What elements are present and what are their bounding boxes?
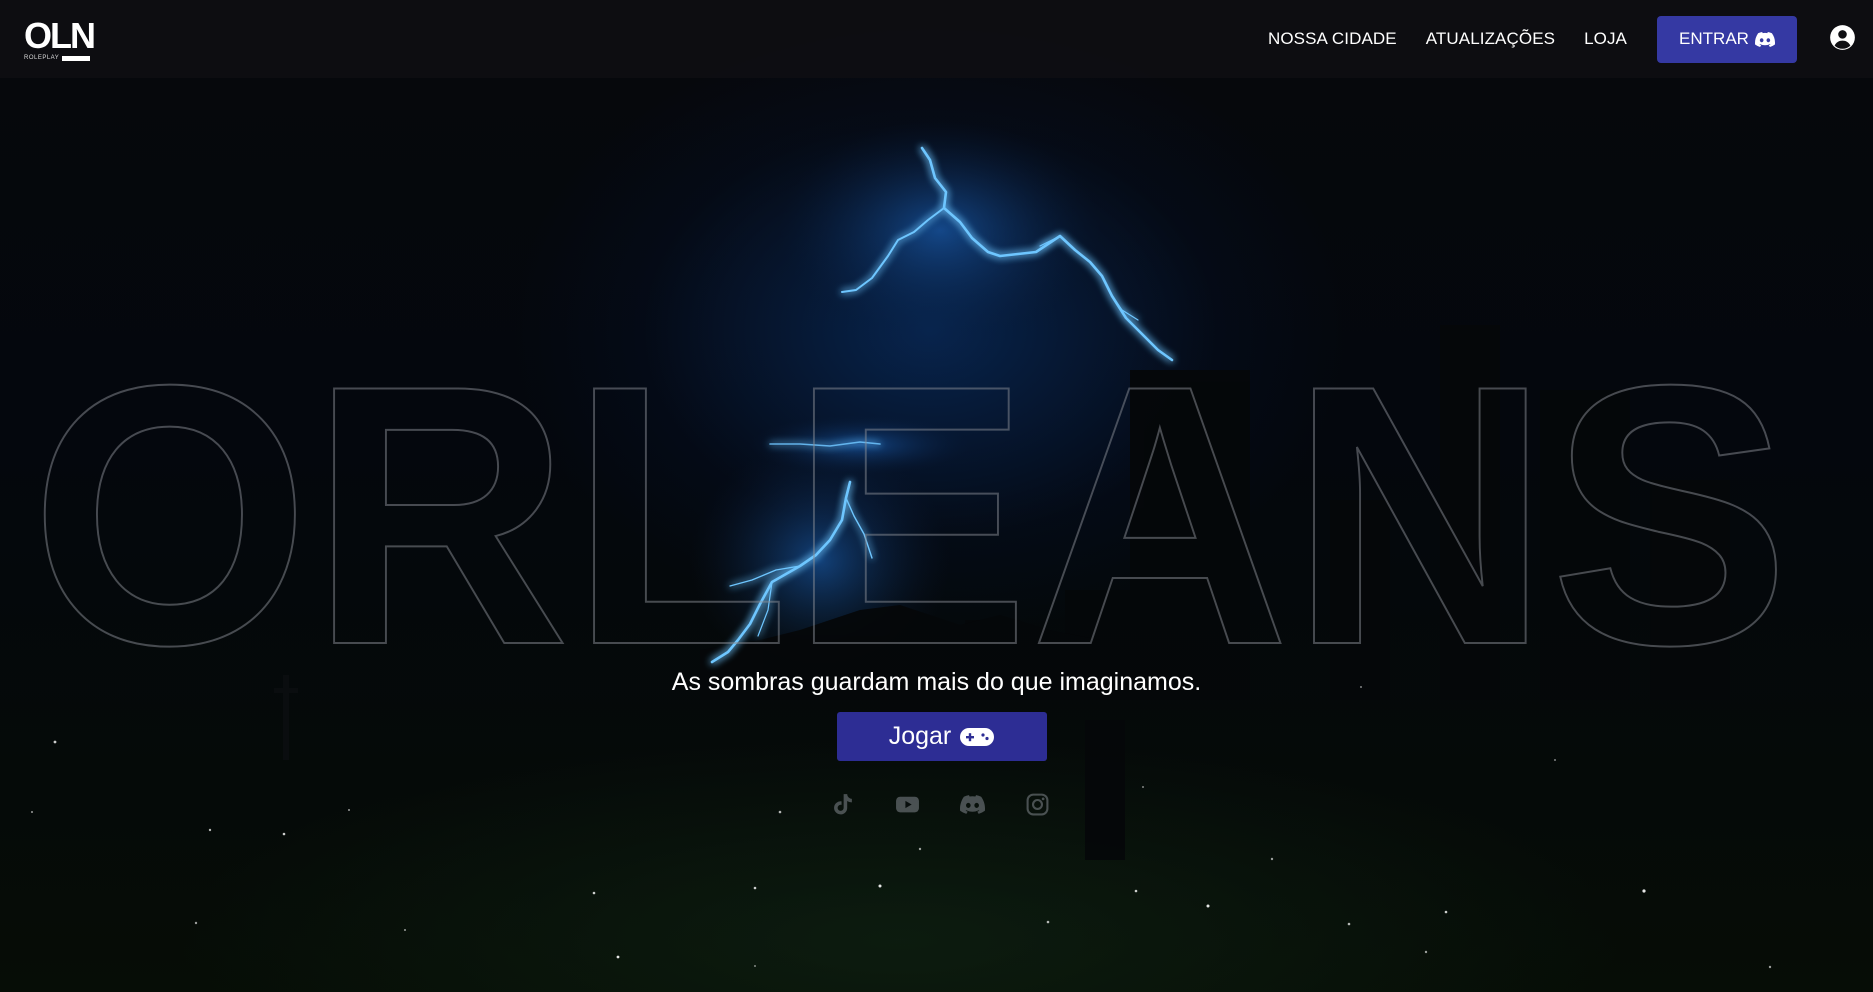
logo-wordmark: OLN (24, 15, 96, 56)
nav-link-loja[interactable]: LOJA (1584, 29, 1627, 49)
youtube-icon[interactable] (895, 792, 920, 817)
hero-tagline: As sombras guardam mais do que imaginamo… (671, 668, 1202, 696)
tiktok-icon[interactable] (830, 792, 855, 817)
gamepad-icon (960, 727, 995, 746)
site-logo[interactable]: OLN ROLEPLAY (24, 18, 96, 64)
login-button-label: ENTRAR (1679, 29, 1749, 48)
navbar: OLN ROLEPLAY NOSSA CIDADE ATUALIZAÇÕES L… (0, 0, 1873, 78)
nav-link-nossa-cidade[interactable]: NOSSA CIDADE (1268, 29, 1397, 49)
play-button[interactable]: Jogar (837, 712, 1047, 761)
logo-badge (62, 55, 91, 61)
instagram-icon[interactable] (1025, 792, 1050, 817)
hero-artwork: ORLEANS (29, 120, 1791, 969)
play-button-label: Jogar (888, 722, 952, 750)
hero-background: ORLEANS (0, 0, 1873, 992)
discord-icon[interactable] (960, 792, 985, 817)
discord-icon (1754, 31, 1775, 47)
login-button[interactable]: ENTRAR (1657, 15, 1797, 63)
main-nav: NOSSA CIDADE ATUALIZAÇÕES LOJA ENTRAR (1268, 0, 1873, 78)
user-account-icon[interactable] (1829, 24, 1856, 51)
logo-subtext: ROLEPLAY (24, 55, 60, 61)
social-links (830, 792, 1050, 817)
hero-brand-wordmark: ORLEANS (30, 309, 1790, 722)
nav-link-atualizacoes[interactable]: ATUALIZAÇÕES (1426, 29, 1555, 49)
